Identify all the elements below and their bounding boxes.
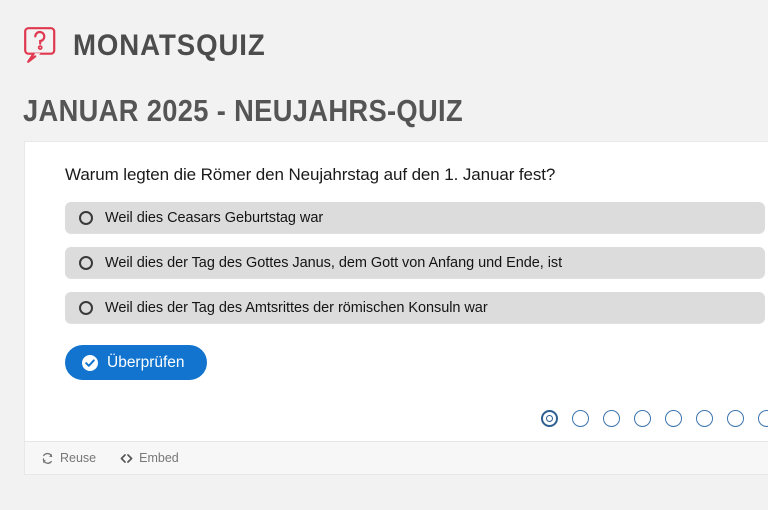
quiz-page: MONATSQUIZ JANUAR 2025 - NEUJAHRS-QUIZ W… — [0, 0, 768, 510]
answer-options-list: Weil dies Ceasars Geburtstag war Weil di… — [45, 202, 765, 324]
radio-button-icon[interactable] — [79, 210, 93, 225]
brand-name: MONATSQUIZ — [73, 29, 266, 62]
check-answer-button[interactable]: Überprüfen — [65, 345, 207, 381]
answer-option-label: Weil dies der Tag des Gottes Janus, dem … — [105, 254, 563, 271]
question-text: Warum legten die Römer den Neujahrstag a… — [65, 165, 556, 184]
pagination-dot-3[interactable] — [603, 410, 620, 428]
quiz-card-body: Warum legten die Römer den Neujahrstag a… — [25, 142, 768, 411]
code-brackets-icon — [120, 453, 133, 463]
card-footer: Reuse Embed — [25, 441, 768, 475]
pagination-dot-5[interactable] — [665, 410, 682, 428]
answer-option-label: Weil dies der Tag des Amtsrittes der röm… — [105, 299, 488, 316]
embed-label: Embed — [139, 451, 179, 466]
pagination-dot-6[interactable] — [696, 410, 713, 428]
pagination-dot-7[interactable] — [727, 410, 744, 428]
answer-option[interactable]: Weil dies der Tag des Gottes Janus, dem … — [65, 247, 765, 279]
reuse-label: Reuse — [60, 451, 97, 466]
pagination-dot-1[interactable] — [541, 410, 558, 428]
quiz-card: Warum legten die Römer den Neujahrstag a… — [25, 142, 768, 475]
radio-button-icon[interactable] — [79, 300, 93, 315]
answer-option[interactable]: Weil dies der Tag des Amtsrittes der röm… — [65, 292, 765, 324]
radio-button-icon[interactable] — [79, 255, 93, 270]
pagination-dot-2[interactable] — [572, 410, 589, 428]
question-speech-bubble-icon — [24, 27, 56, 63]
check-button-row: Überprüfen — [65, 345, 765, 410]
answer-option[interactable]: Weil dies Ceasars Geburtstag war — [65, 202, 765, 234]
question-pagination — [25, 410, 768, 442]
sync-arrows-icon — [42, 452, 53, 464]
check-answer-button-label: Überprüfen — [107, 353, 185, 371]
pagination-dot-4[interactable] — [634, 410, 651, 428]
brand-header: MONATSQUIZ — [22, 22, 282, 70]
pagination-dot-8[interactable] — [758, 410, 768, 428]
check-circle-icon — [82, 354, 98, 371]
answer-option-label: Weil dies Ceasars Geburtstag war — [105, 209, 324, 226]
reuse-button[interactable]: Reuse — [41, 451, 96, 465]
page-title: JANUAR 2025 - NEUJAHRS-QUIZ — [23, 93, 464, 128]
embed-button[interactable]: Embed — [120, 451, 179, 465]
